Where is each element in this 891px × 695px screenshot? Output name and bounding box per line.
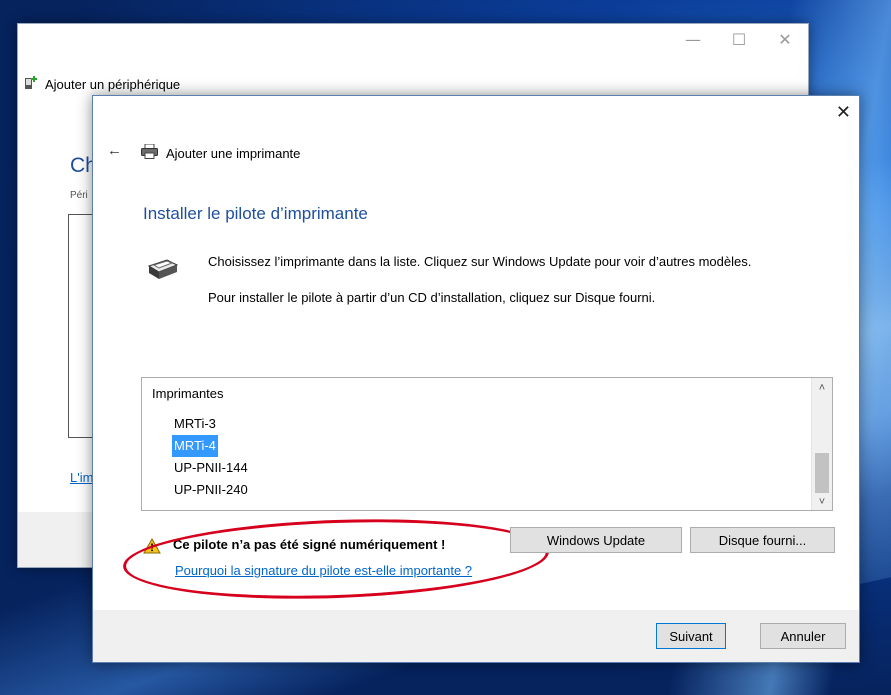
scroll-down-icon[interactable]: ˅ (812, 496, 832, 508)
page-title: Installer le pilote d’imprimante (143, 204, 368, 223)
dialog-footer (93, 610, 859, 662)
windows-update-button[interactable]: Windows Update (510, 527, 682, 553)
cancel-button[interactable]: Annuler (760, 623, 846, 649)
list-item-selected[interactable]: MRTi-4 (172, 435, 218, 457)
maximize-button[interactable]: ☐ (716, 30, 762, 49)
list-header: Imprimantes (152, 386, 224, 401)
back-window-subtext: Péri (70, 190, 88, 201)
instruction-text-2: Pour installer le pilote à partir d’un C… (208, 290, 656, 305)
scroll-thumb[interactable] (815, 453, 829, 493)
printer-icon (141, 143, 158, 162)
instruction-text-1: Choisissez l’imprimante dans la liste. C… (208, 254, 752, 269)
back-arrow-icon[interactable]: ← (107, 142, 122, 159)
list-item[interactable]: UP-PNII-144 (172, 457, 250, 479)
back-close-button[interactable]: ✕ (762, 30, 808, 49)
scroll-up-icon[interactable]: ˄ (812, 382, 832, 394)
annotation-ellipse (121, 512, 551, 606)
printer-large-icon (145, 256, 179, 285)
list-item[interactable]: MRTi-3 (172, 413, 250, 435)
have-disk-button[interactable]: Disque fourni... (690, 527, 835, 553)
list-item[interactable]: UP-PNII-240 (172, 479, 250, 501)
close-icon[interactable]: ✕ (836, 102, 851, 122)
back-window-title-text: Ajouter un périphérique (45, 77, 181, 92)
back-window-link[interactable]: L'im (70, 470, 93, 485)
signature-info-link[interactable]: Pourquoi la signature du pilote est-elle… (175, 563, 472, 578)
printer-listbox[interactable]: Imprimantes MRTi-3 MRTi-4 UP-PNII-144 UP… (141, 377, 833, 511)
list-scrollbar[interactable]: ˄ ˅ (811, 378, 832, 510)
next-button[interactable]: Suivant (656, 623, 726, 649)
back-window-title: Ajouter un périphérique (23, 75, 180, 94)
warning-icon (143, 537, 161, 557)
add-device-icon (23, 75, 39, 94)
dialog-title-text: Ajouter une imprimante (166, 145, 301, 161)
dialog-title: Ajouter une imprimante (141, 143, 301, 162)
printer-list: MRTi-3 MRTi-4 UP-PNII-144 UP-PNII-240 (172, 413, 250, 501)
add-printer-dialog: ✕ ← Ajouter une imprimante Installer le … (92, 95, 860, 663)
minimize-button[interactable]: — (670, 30, 716, 49)
unsigned-driver-warning: Ce pilote n’a pas été signé numériquemen… (173, 537, 446, 552)
